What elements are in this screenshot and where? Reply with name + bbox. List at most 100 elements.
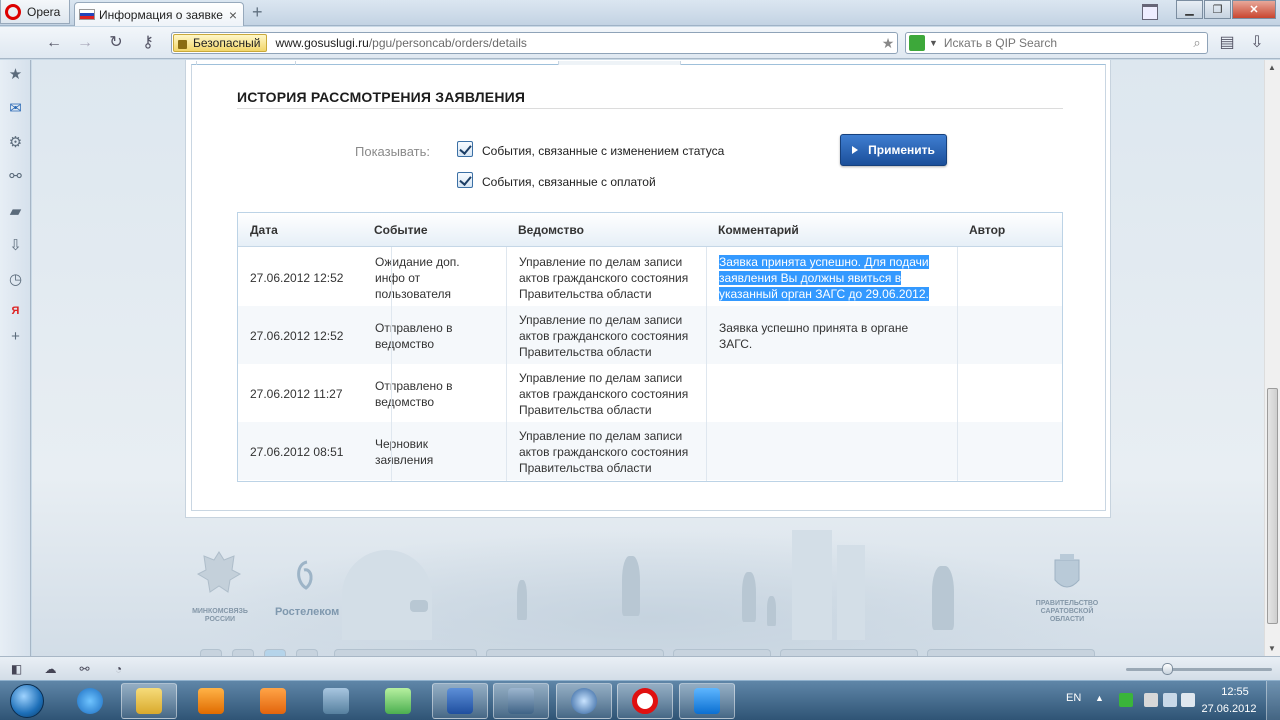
footer-link-tab[interactable] <box>673 649 771 656</box>
trash-icon[interactable] <box>1142 4 1158 20</box>
show-desktop-button[interactable] <box>1266 681 1280 720</box>
yandex-icon[interactable]: Я <box>7 303 24 320</box>
cell-event: Отправлено в ведомство <box>375 378 452 410</box>
footer-social-button[interactable] <box>264 649 286 656</box>
footer-social-button[interactable] <box>232 649 254 656</box>
search-box[interactable]: ▼ ⌕ <box>905 32 1208 54</box>
forward-icon[interactable]: → <box>76 34 94 52</box>
clock-time[interactable]: 12:55 <box>1210 686 1260 698</box>
tray-app-icon[interactable] <box>1119 693 1133 707</box>
tray-expand-icon[interactable]: ▲ <box>1095 693 1109 707</box>
download-icon[interactable]: ⇩ <box>1248 34 1266 52</box>
tray-device-icon[interactable] <box>1144 693 1158 707</box>
search-input[interactable] <box>943 36 1187 50</box>
taskbar-media-player[interactable] <box>183 683 239 719</box>
zoom-slider[interactable] <box>1126 668 1272 671</box>
bookmark-star-icon[interactable]: ★ <box>879 35 897 52</box>
payment-events-label[interactable]: События, связанные с оплатой <box>482 175 656 189</box>
security-badge[interactable]: Безопасный <box>173 34 268 52</box>
browser-tab-bar: Opera Информация о заявке × + ▁ ❐ ✕ <box>0 0 1280 26</box>
payment-events-checkbox[interactable] <box>457 172 473 188</box>
panel-tab[interactable] <box>196 61 296 65</box>
column-divider <box>706 247 707 481</box>
key-icon[interactable]: ⚷ <box>139 34 157 52</box>
application-card: ИСТОРИЯ РАССМОТРЕНИЯ ЗАЯВЛЕНИЯ Показыват… <box>185 60 1111 518</box>
taskbar-internet-explorer[interactable] <box>62 683 118 719</box>
panel-tab[interactable] <box>558 61 681 65</box>
notes-icon[interactable]: ▰ <box>7 203 24 220</box>
scrollbar-thumb[interactable] <box>1267 388 1278 624</box>
rostelecom-logo-icon[interactable] <box>292 558 322 602</box>
column-header-date: Дата <box>250 223 278 237</box>
address-bar[interactable]: Безопасный www.gosuslugi.ru/pgu/personca… <box>171 32 898 54</box>
person-figure <box>517 580 527 620</box>
qip-search-icon[interactable] <box>909 35 925 51</box>
taskbar-thunderbird[interactable] <box>556 683 612 719</box>
mail-icon[interactable]: ✉ <box>7 100 24 117</box>
taskbar-teamviewer[interactable] <box>679 683 735 719</box>
taskbar-app[interactable] <box>308 683 364 719</box>
scroll-up-icon[interactable]: ▲ <box>1268 63 1276 72</box>
tab-active[interactable]: Информация о заявке × <box>74 2 244 26</box>
turbo-icon[interactable]: ◔ <box>111 662 126 676</box>
apply-button-label: Применить <box>868 143 935 157</box>
network-tray-icon[interactable] <box>1163 693 1177 707</box>
page-icon[interactable]: ▤ <box>1218 34 1236 52</box>
status-events-checkbox[interactable] <box>457 141 473 157</box>
taskbar-opera[interactable] <box>617 683 673 719</box>
gear-icon[interactable]: ⚙ <box>7 134 24 151</box>
taskbar-virtualbox[interactable] <box>493 683 549 719</box>
taskbar-word[interactable] <box>432 683 488 719</box>
close-window-button[interactable]: ✕ <box>1232 0 1276 19</box>
volume-tray-icon[interactable] <box>1181 693 1195 707</box>
chevron-down-icon[interactable]: ▼ <box>929 38 938 48</box>
minimize-button[interactable]: ▁ <box>1176 0 1203 19</box>
selected-text[interactable]: заявления Вы должны явиться в <box>719 271 902 285</box>
footer-social-button[interactable] <box>200 649 222 656</box>
history-clock-icon[interactable]: ◷ <box>7 271 24 288</box>
restore-button[interactable]: ❐ <box>1204 0 1231 19</box>
footer-link-tab[interactable] <box>486 649 664 656</box>
rostelecom-logo-text: Ростелеком <box>275 606 340 618</box>
status-events-label[interactable]: События, связанные с изменением статуса <box>482 144 724 158</box>
language-indicator[interactable]: EN <box>1066 692 1081 704</box>
bookmarks-star-icon[interactable]: ★ <box>7 66 24 83</box>
reload-icon[interactable]: ↻ <box>107 34 125 52</box>
virtualbox-icon <box>508 688 534 714</box>
word-icon <box>447 688 473 714</box>
cell-comment[interactable]: Заявка принята успешно. Для подачи заявл… <box>719 254 929 302</box>
zoom-slider-knob[interactable] <box>1162 663 1173 675</box>
opera-link-icon[interactable]: ⚯ <box>77 662 92 676</box>
taskbar-app[interactable] <box>370 683 426 719</box>
widgets-icon[interactable]: ⚯ <box>7 168 24 185</box>
footer-social-button[interactable] <box>296 649 318 656</box>
opera-unite-icon[interactable]: ☁ <box>43 662 58 676</box>
selected-text[interactable]: Заявка принята успешно. Для подачи <box>719 255 929 269</box>
taskbar-explorer[interactable] <box>121 683 177 719</box>
apply-button[interactable]: Применить <box>840 134 947 166</box>
cell-line: Правительства области <box>519 403 652 417</box>
cell-line: Управление по делам записи <box>519 429 683 443</box>
transfers-icon[interactable]: ⇩ <box>7 237 24 254</box>
footer-link-tab[interactable] <box>780 649 918 656</box>
back-icon[interactable]: ← <box>45 34 63 52</box>
cell-date: 27.06.2012 12:52 <box>250 271 344 285</box>
add-panel-icon[interactable]: + <box>7 328 24 345</box>
opera-menu-button[interactable]: Opera <box>0 0 70 24</box>
scroll-down-icon[interactable]: ▼ <box>1268 644 1276 653</box>
url-text[interactable]: www.gosuslugi.ru/pgu/personcab/orders/de… <box>275 36 879 50</box>
new-tab-icon[interactable]: + <box>252 3 263 21</box>
saratov-emblem-icon[interactable] <box>1052 552 1082 596</box>
taskbar-app[interactable] <box>245 683 301 719</box>
start-button[interactable] <box>2 682 52 720</box>
vertical-scrollbar[interactable]: ▲ ▼ <box>1264 60 1280 656</box>
clock-date[interactable]: 27.06.2012 <box>1198 703 1260 715</box>
footer-link-tab[interactable] <box>334 649 477 656</box>
russia-coat-of-arms-icon[interactable] <box>194 548 244 598</box>
selected-text[interactable]: указанный орган ЗАГС до 29.06.2012. <box>719 287 929 301</box>
search-icon[interactable]: ⌕ <box>1187 35 1207 51</box>
panel-toggle-icon[interactable]: ◧ <box>9 662 24 676</box>
footer-link-tab[interactable] <box>927 649 1095 656</box>
tab-close-icon[interactable]: × <box>226 7 240 23</box>
cell-line: ЗАГС. <box>719 337 753 351</box>
